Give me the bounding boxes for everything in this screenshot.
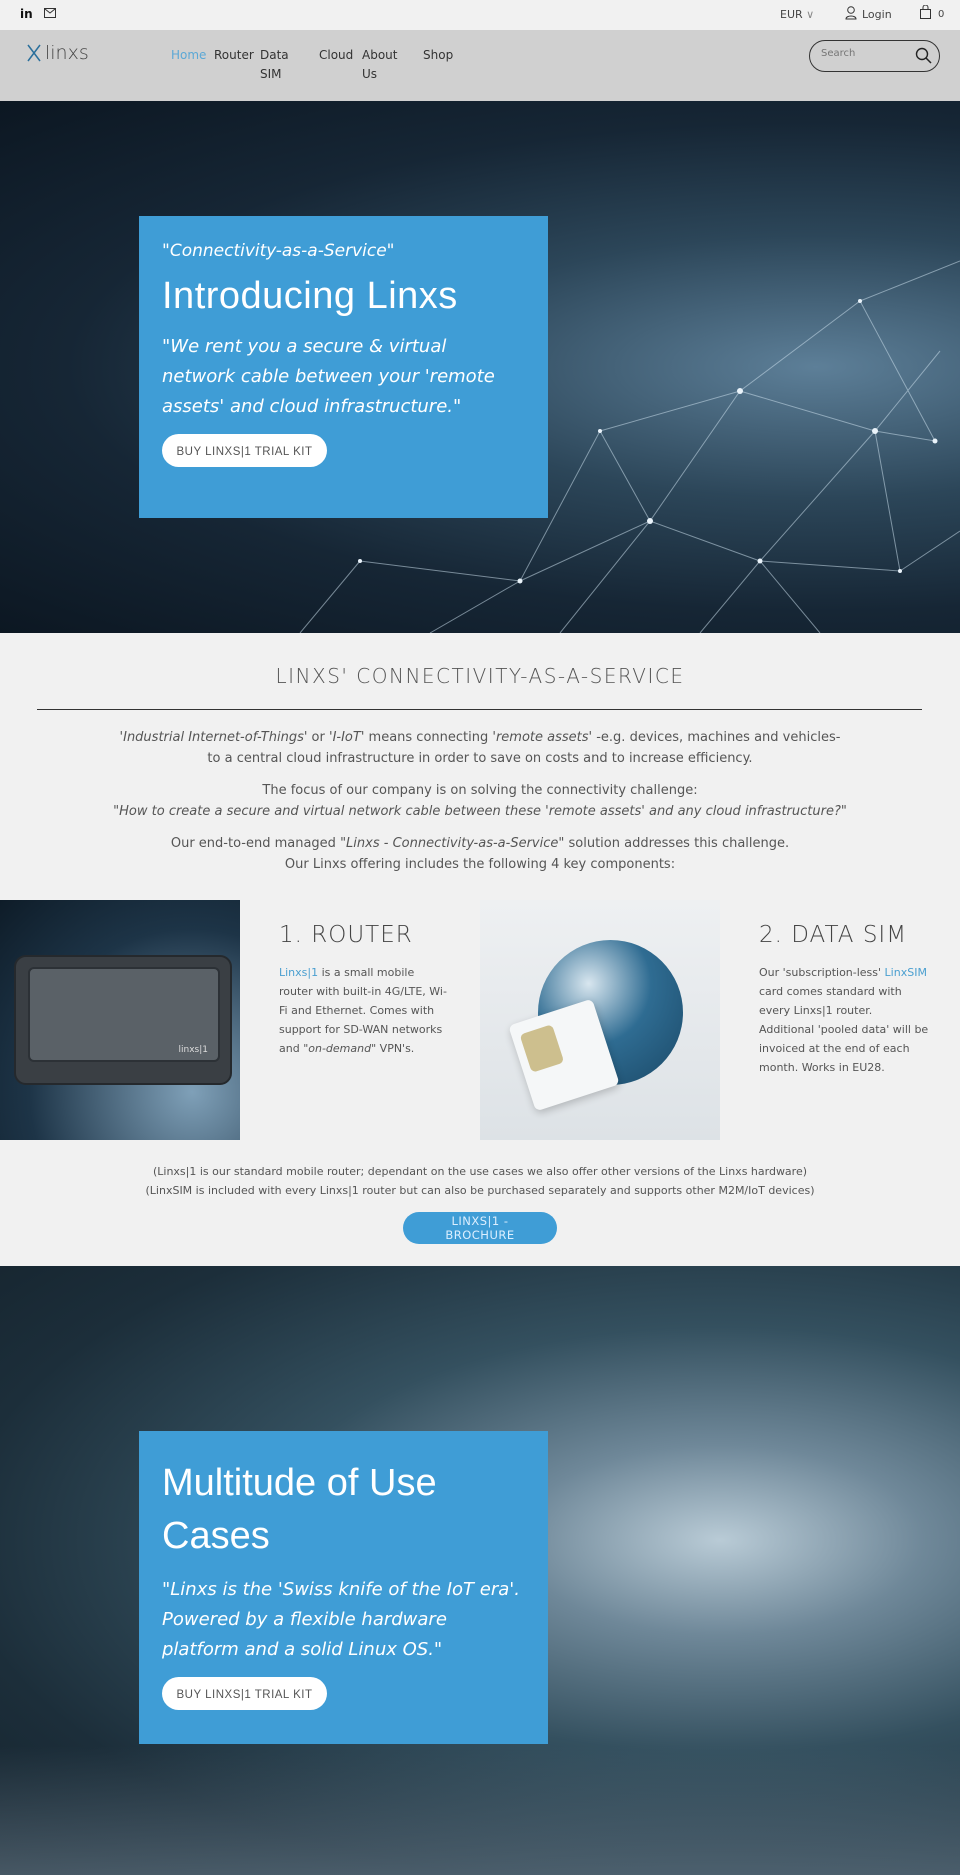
use-cases-card: Multitude of Use Cases "Linxs is the 'Sw… (139, 1431, 548, 1744)
router-title: 1. ROUTER (279, 922, 413, 948)
nav-data-sim[interactable]: Data SIM (260, 46, 300, 84)
divider (37, 709, 922, 710)
currency-label: EUR (780, 8, 803, 21)
nav-home[interactable]: Home (171, 46, 206, 65)
search-icon[interactable] (915, 47, 932, 65)
router-label: linxs|1 (178, 1045, 208, 1055)
shopping-bag-icon[interactable] (920, 5, 931, 19)
section-heading: LINXS' CONNECTIVITY-AS-A-SERVICE (275, 664, 685, 688)
buy-trial-kit-button-2[interactable]: BUY LINXS|1 TRIAL KIT (162, 1677, 327, 1710)
use-cases-quote: "Linxs is the 'Swiss knife of the IoT er… (162, 1579, 520, 1660)
brochure-button[interactable]: LINXS|1 - BROCHURE (403, 1212, 557, 1244)
hero-banner: "Connectivity-as-a-Service" Introducing … (0, 101, 960, 633)
intro-paragraph-1: 'Industrial Internet-of-Things' or 'I-Io… (119, 730, 841, 766)
data-sim-title: 2. DATA SIM (759, 922, 908, 948)
logo-text: linxs (45, 42, 89, 64)
main-nav: linxs Home Router Data SIM Cloud About U… (0, 30, 960, 101)
router-device: linxs|1 (14, 955, 232, 1085)
chevron-down-icon: ∨ (806, 8, 815, 21)
user-icon (845, 6, 857, 20)
logo[interactable]: linxs (26, 42, 89, 64)
note-1: (Linxs|1 is our standard mobile router; … (152, 1165, 808, 1178)
top-bar: in EUR ∨ Login 0 (0, 0, 960, 30)
buy-trial-kit-button[interactable]: BUY LINXS|1 TRIAL KIT (162, 434, 327, 467)
sim-image (480, 900, 720, 1140)
nav-shop[interactable]: Shop (423, 46, 453, 65)
router-link[interactable]: Linxs|1 (279, 966, 318, 979)
router-description: Linxs|1 is a small mobile router with bu… (279, 966, 447, 1055)
note-2: (LinxSIM is included with every Linxs|1 … (145, 1184, 815, 1197)
nav-router[interactable]: Router (214, 46, 254, 65)
search-input[interactable] (821, 48, 906, 59)
hero-quote: "We rent you a secure & virtual network … (162, 336, 495, 417)
hero-tagline: "Connectivity-as-a-Service" (162, 241, 395, 261)
linxsim-link[interactable]: LinxSIM (885, 966, 927, 979)
use-cases-banner: Multitude of Use Cases "Linxs is the 'Sw… (0, 1266, 960, 1875)
currency-selector[interactable]: EUR ∨ (780, 8, 814, 21)
intro-paragraph-3: Our end-to-end managed "Linxs - Connecti… (170, 836, 790, 872)
intro-paragraph-2: The focus of our company is on solving t… (113, 783, 847, 819)
login-link[interactable]: Login (862, 8, 892, 21)
linkedin-icon[interactable]: in (20, 7, 33, 21)
router-image: linxs|1 (0, 900, 240, 1140)
hero-title: Introducing Linxs (162, 275, 458, 317)
notes: (Linxs|1 is our standard mobile router; … (0, 1162, 960, 1200)
hero-card: "Connectivity-as-a-Service" Introducing … (139, 216, 548, 518)
nav-about-us[interactable]: About Us (362, 46, 402, 84)
data-sim-description: Our 'subscription-less' LinxSIM card com… (759, 966, 929, 1074)
cart-count: 0 (938, 9, 945, 20)
mail-icon[interactable] (44, 8, 56, 18)
search-box (809, 40, 940, 72)
nav-cloud[interactable]: Cloud (319, 46, 353, 65)
use-cases-title: Multitude of Use Cases (162, 1462, 437, 1557)
logo-x-icon (27, 44, 41, 62)
